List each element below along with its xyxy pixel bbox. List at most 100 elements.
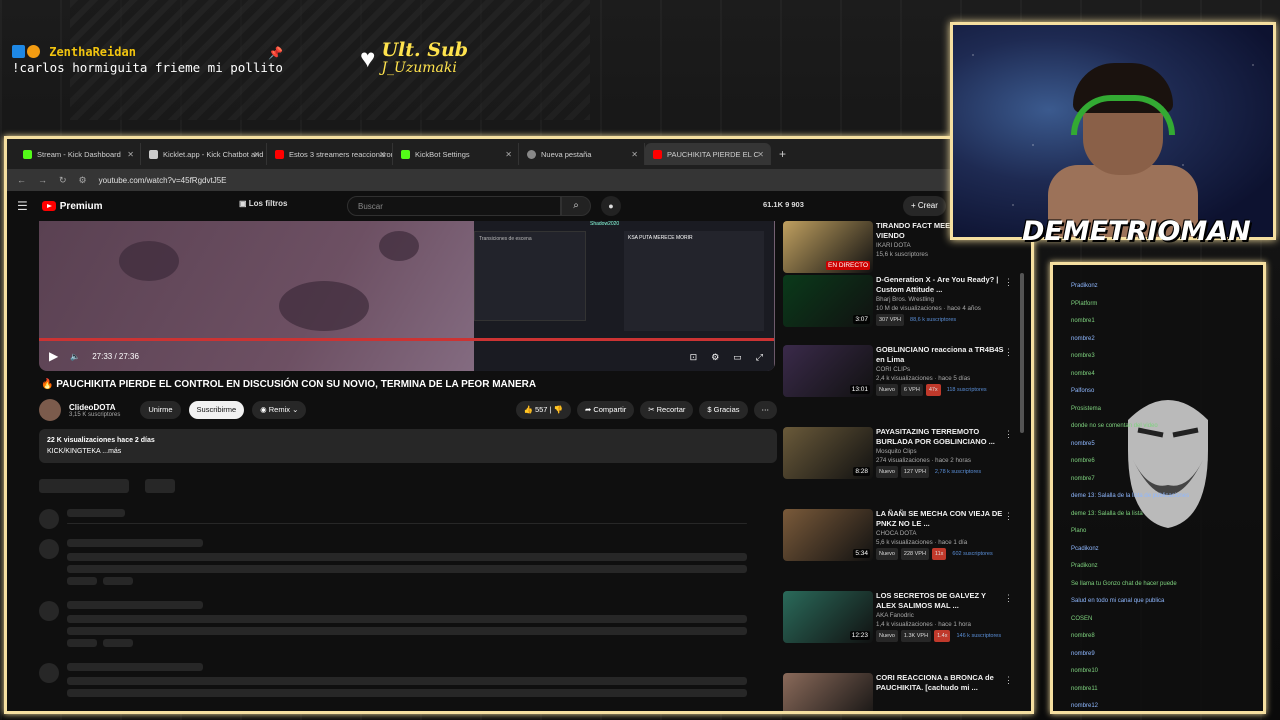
related-video[interactable]: 12:23 LOS SECRETOS DE GALVEZ Y ALEX SALI… (783, 591, 1023, 667)
url-field[interactable]: youtube.com/watch?v=45fRgdvtJ5E (99, 176, 227, 185)
alert-message: !carlos hormiguita frieme mi pollito (12, 60, 283, 75)
video-thumbnail[interactable]: 5:34 (783, 509, 873, 561)
like-button[interactable]: 👍 557 | 👎 (515, 401, 571, 419)
youtube-logo-icon (41, 201, 56, 211)
more-vert-icon[interactable]: ⋮ (1004, 429, 1013, 440)
video-thumbnail[interactable]: 3:07 (783, 275, 873, 327)
video-duration: 13:01 (849, 385, 870, 394)
more-vert-icon[interactable]: ⋮ (1004, 347, 1013, 358)
video-player[interactable]: Transiciones de escena Shadow2020 KSA PU… (39, 221, 775, 371)
time-display: 27:33 / 27:36 (92, 351, 139, 361)
more-vert-icon[interactable]: ⋮ (1004, 511, 1013, 522)
more-icon[interactable]: ⋯ (753, 401, 777, 419)
chat-text: nombre3 (1071, 353, 1095, 359)
obs-label: Transiciones de escena (479, 236, 532, 242)
video-title[interactable]: CORI REACCIONA a BRONCA de PAUCHIKITA. [… (876, 673, 1006, 693)
sub-badge-icon (27, 45, 40, 58)
video-thumbnail[interactable]: EN DIRECTO (783, 221, 873, 273)
skeleton-line (67, 577, 97, 585)
remix-button[interactable]: ◉ Remix ⌄ (252, 401, 307, 419)
settings-icon[interactable]: ⚙ (711, 352, 719, 363)
tab-streamers[interactable]: Estos 3 streamers reaccionaron ✕ (267, 143, 393, 165)
video-title[interactable]: LOS SECRETOS DE GALVEZ Y ALEX SALIMOS MA… (876, 591, 1006, 611)
tab-kick-dashboard[interactable]: Stream - Kick Dashboard ✕ (15, 143, 141, 165)
filters-button[interactable]: ▣ Los filtros (239, 199, 287, 208)
chat-text: donde no se comentan del video (1071, 423, 1158, 429)
video-title[interactable]: LA ÑAÑI SE MECHA CON VIEJA DE PNKZ NO LE… (876, 509, 1006, 529)
video-title[interactable]: PAYASITAZING TERREMOTO BURLADA POR GOBLI… (876, 427, 1006, 447)
video-thumbnail[interactable]: 13:01 (783, 345, 873, 397)
clip-button[interactable]: ✂ Recortar (640, 401, 694, 419)
video-tags: Nuevo 1.3K VPH 1.4x 146 k suscriptores (876, 630, 1006, 642)
related-video[interactable]: 8:28 PAYASITAZING TERREMOTO BURLADA POR … (783, 427, 1023, 503)
tab-kickbot[interactable]: KickBot Settings ✕ (393, 143, 519, 165)
browser-window: Stream - Kick Dashboard ✕ Kicklet.app - K… (4, 136, 1034, 714)
search-icon[interactable]: ⌕ (561, 196, 591, 216)
skeleton-avatar (39, 539, 59, 559)
thanks-button[interactable]: $ Gracias (699, 401, 748, 419)
description-box[interactable]: 22 K visualizaciones hace 2 días KICK/KI… (39, 429, 777, 463)
video-title[interactable]: GOBLINCIANO reacciona a TR4B4S en Lima (876, 345, 1006, 365)
streamer-name: DEMETRIOMAN (1022, 216, 1251, 247)
skeleton-block (39, 479, 129, 493)
share-button[interactable]: ➦ Compartir (576, 401, 635, 419)
create-button[interactable]: + Crear (903, 196, 946, 216)
forward-icon[interactable]: → (38, 175, 47, 185)
search-input[interactable]: Buscar (347, 196, 561, 216)
mic-icon[interactable]: ● (601, 196, 621, 216)
close-icon[interactable]: ✕ (505, 150, 512, 159)
close-icon[interactable]: ✕ (253, 150, 260, 159)
close-icon[interactable]: ✕ (127, 150, 134, 159)
live-badge: EN DIRECTO (826, 261, 870, 270)
chat-line: nombre10 (1071, 668, 1098, 674)
play-icon[interactable]: ▶ (49, 349, 58, 363)
chat-text: deme 13: Salalla de la lista de publicac… (1071, 493, 1190, 499)
video-frame-shape (279, 281, 369, 331)
close-icon[interactable]: ✕ (757, 150, 764, 159)
ult-sub-widget: ♥ Ult. Sub J_Uzumaki (360, 40, 468, 76)
related-video[interactable]: 5:34 LA ÑAÑI SE MECHA CON VIEJA DE PNKZ … (783, 509, 1023, 585)
video-thumbnail[interactable] (783, 673, 873, 711)
new-tab-icon[interactable]: + (779, 147, 786, 161)
menu-icon[interactable]: ☰ (17, 199, 28, 213)
more-vert-icon[interactable]: ⋮ (1004, 277, 1013, 288)
back-icon[interactable]: ← (17, 175, 26, 185)
video-duration: 8:28 (853, 467, 870, 476)
thanks-label: Gracias (713, 405, 740, 414)
tab-label: Stream - Kick Dashboard (37, 149, 121, 159)
tab-kicklet[interactable]: Kicklet.app - Kick Chatbot and ✕ (141, 143, 267, 165)
video-title[interactable]: D-Generation X - Are You Ready? | Custom… (876, 275, 1006, 295)
more-vert-icon[interactable]: ⋮ (1004, 593, 1013, 604)
yt-logo[interactable]: Premium (41, 201, 103, 212)
video-thumbnail[interactable]: 8:28 (783, 427, 873, 479)
theater-icon[interactable]: ▭ (733, 352, 742, 363)
chat-text: nombre4 (1071, 370, 1095, 377)
close-icon[interactable]: ✕ (379, 150, 386, 159)
join-button[interactable]: Unirme (140, 401, 181, 419)
related-video[interactable]: 3:07 D-Generation X - Are You Ready? | C… (783, 275, 1023, 351)
heart-icon: ♥ (360, 42, 376, 73)
create-label: Crear (917, 201, 938, 210)
close-icon[interactable]: ✕ (631, 150, 638, 159)
subtitles-icon[interactable]: ⊡ (690, 352, 698, 363)
chat-line: Salud en todo mi canal que publica (1071, 598, 1164, 604)
reload-icon[interactable]: ↻ (59, 175, 67, 186)
chat-line: nombre5 (1071, 441, 1095, 447)
video-info: LA ÑAÑI SE MECHA CON VIEJA DE PNKZ NO LE… (876, 509, 1006, 560)
chat-line: PPlatform (1071, 301, 1097, 307)
progress-bar[interactable] (39, 338, 774, 341)
site-info-icon[interactable]: ⚙ (79, 175, 87, 186)
more-vert-icon[interactable]: ⋮ (1004, 675, 1013, 686)
volume-icon[interactable]: 🔈 (70, 352, 80, 361)
skeleton-line (67, 639, 97, 647)
avatar[interactable] (39, 399, 61, 421)
subscribe-button[interactable]: Suscribirme (188, 401, 245, 419)
video-thumbnail[interactable]: 12:23 (783, 591, 873, 643)
related-video[interactable]: CORI REACCIONA a BRONCA de PAUCHIKITA. [… (783, 673, 1023, 711)
related-video[interactable]: 13:01 GOBLINCIANO reacciona a TR4B4S en … (783, 345, 1023, 421)
tab-new[interactable]: Nueva pestaña ✕ (519, 143, 645, 165)
fullscreen-icon[interactable]: ⤢ (756, 352, 763, 363)
tab-pauchikita[interactable]: PAUCHIKITA PIERDE EL C ✕ (645, 143, 771, 165)
skeleton-line (67, 627, 747, 635)
channel-name[interactable]: ClideoDOTA (69, 403, 120, 412)
